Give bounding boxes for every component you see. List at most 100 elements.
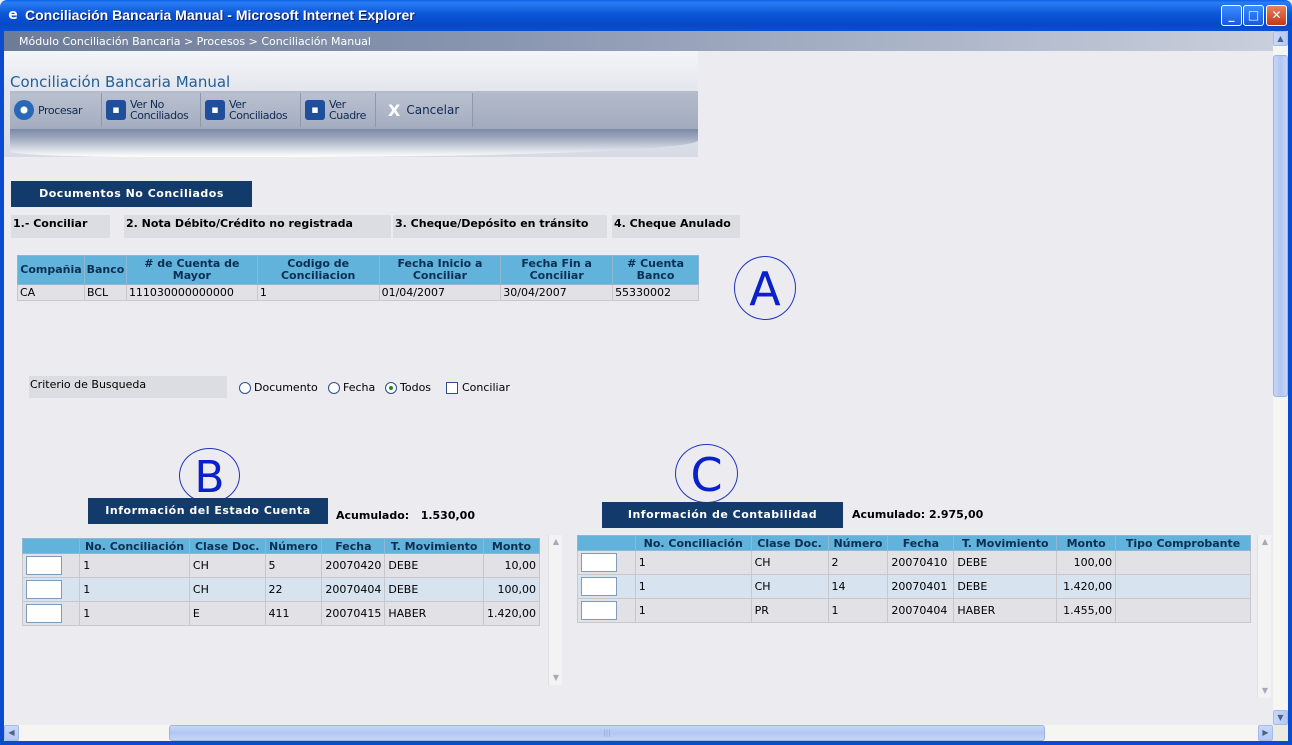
cell: 1.420,00 [482,601,541,626]
document-icon: ▪ [106,100,126,120]
window-title: Conciliación Bancaria Manual - Microsoft… [25,7,415,23]
select-cell [21,553,81,578]
header-banner: Conciliación Bancaria Manual Procesar ▪ … [4,31,698,161]
column-header: Monto [482,538,541,554]
option-cheque-deposito-transito: 3. Cheque/Depósito en tránsito [393,215,607,238]
cell: 1 [634,598,752,623]
cell-compania: CA [17,284,85,301]
cell-codigo-conciliacion: 1 [256,284,380,301]
radio-todos[interactable]: Todos [385,381,431,394]
row-select-input[interactable] [26,580,62,599]
scroll-down-icon[interactable]: ▼ [1260,686,1270,696]
cell: 1 [634,574,752,599]
contabilidad-label: Información de Contabilidad [602,502,843,528]
scroll-up-icon[interactable]: ▲ [1260,537,1270,547]
column-header: Clase Doc. [750,535,829,551]
cell: 1.420,00 [1056,574,1117,599]
ver-no-conciliados-button[interactable]: ▪ Ver No Conciliados [102,93,201,127]
table-row: 1 CH 14 20070401 DEBE 1.420,00 [577,574,1251,599]
select-cell [21,601,81,626]
ver-cuadre-button[interactable]: ▪ Ver Cuadre [301,93,376,127]
cell: 14 [827,574,889,599]
column-header: Número [827,535,889,551]
scroll-up-icon[interactable]: ▲ [551,537,561,547]
minimize-button[interactable]: _ [1221,5,1242,26]
vertical-scroll-thumb[interactable] [1273,55,1288,397]
maximize-button[interactable]: □ [1243,5,1264,26]
estado-cuenta-acumulado: Acumulado: 1.530,00 [336,509,475,522]
cell-fecha-fin: 30/04/2007 [500,284,614,301]
cell: PR [750,598,829,623]
cell: CH [750,574,829,599]
select-cell [577,574,636,599]
cell: 2 [827,550,889,575]
row-select-input[interactable] [581,601,617,620]
row-select-input[interactable] [581,577,617,596]
cell: 1 [827,598,889,623]
row-select-input[interactable] [581,553,617,572]
cell: 20070401 [887,574,955,599]
scroll-down-icon[interactable]: ▼ [551,673,561,683]
ver-no-conciliados-line2: Conciliados [130,109,189,122]
cell: DEBE [953,550,1058,575]
cell: 22 [264,577,323,602]
column-header-select [21,538,81,554]
procesar-button[interactable]: Procesar [10,93,102,127]
procesar-label: Procesar [38,103,83,117]
window-title-bar: e Conciliación Bancaria Manual - Microso… [0,0,1292,31]
column-header: Clase Doc. [188,538,266,554]
cell: CH [188,577,266,602]
ver-conciliados-button[interactable]: ▪ Ver Conciliados [201,93,301,127]
column-header: Compañia [17,255,85,285]
cell: DEBE [384,553,484,578]
checkbox-icon [446,381,458,394]
cell [1115,598,1251,623]
select-cell [577,550,636,575]
cell: 1.455,00 [1056,598,1117,623]
ver-no-conciliados-label: Ver No Conciliados [130,99,189,122]
column-header: T. Movimiento [953,535,1058,551]
ver-cuadre-line2: Cuadre [329,109,367,122]
checkbox-conciliar[interactable]: Conciliar [446,381,510,394]
cell: 20070410 [887,550,955,575]
row-select-input[interactable] [26,556,62,575]
acumulado-label: Acumulado: [336,509,410,522]
cell-cuenta-mayor: 111030000000000 [125,284,258,301]
page-vertical-scrollbar[interactable]: ▲ ▼ [1273,31,1288,725]
radio-documento[interactable]: Documento [239,381,318,394]
annotation-b: B [179,448,240,503]
table-row: 1 CH 5 20070420 DEBE 10,00 [21,553,541,578]
table-row: 1 CH 22 20070404 DEBE 100,00 [21,577,541,602]
page-horizontal-scrollbar[interactable]: ◀ ||| ▶ [4,725,1273,741]
select-cell [21,577,81,602]
scroll-up-button[interactable]: ▲ [1273,31,1288,46]
cell: CH [750,550,829,575]
close-button[interactable]: ✕ [1266,5,1287,26]
table-row: 1 E 411 20070415 HABER 1.420,00 [21,601,541,626]
cell: 1 [634,550,752,575]
cell-cuenta-banco: 55330002 [612,284,699,301]
acumulado-label: Acumulado: [852,508,926,521]
conciliation-header-table: Compañia Banco # de Cuenta de Mayor Codi… [17,255,699,301]
horizontal-scroll-thumb[interactable]: ||| [169,725,1045,741]
table-row: 1 PR 1 20070404 HABER 1.455,00 [577,598,1251,623]
close-icon: X [388,100,401,120]
scroll-right-button[interactable]: ▶ [1258,725,1273,741]
radio-fecha[interactable]: Fecha [328,381,375,394]
option-conciliar: 1.- Conciliar [11,215,110,238]
contabilidad-scrollbar[interactable]: ▲ ▼ [1257,535,1271,698]
row-select-input[interactable] [26,604,62,623]
scroll-left-button[interactable]: ◀ [4,725,19,741]
cell: 20070404 [887,598,955,623]
cancelar-button[interactable]: X Cancelar [376,93,473,127]
gear-icon [14,100,34,120]
cell: 20070420 [321,553,386,578]
estado-cuenta-scrollbar[interactable]: ▲ ▼ [548,535,562,685]
annotation-c: C [675,444,738,503]
cell: 1 [79,601,190,626]
cell-fecha-inicio: 01/04/2007 [378,284,502,301]
column-header: Banco [83,255,127,285]
criterio-busqueda-label: Criterio de Busqueda [29,376,227,398]
scroll-down-button[interactable]: ▼ [1273,710,1288,725]
column-header: Fecha Fin a Conciliar [500,255,614,285]
